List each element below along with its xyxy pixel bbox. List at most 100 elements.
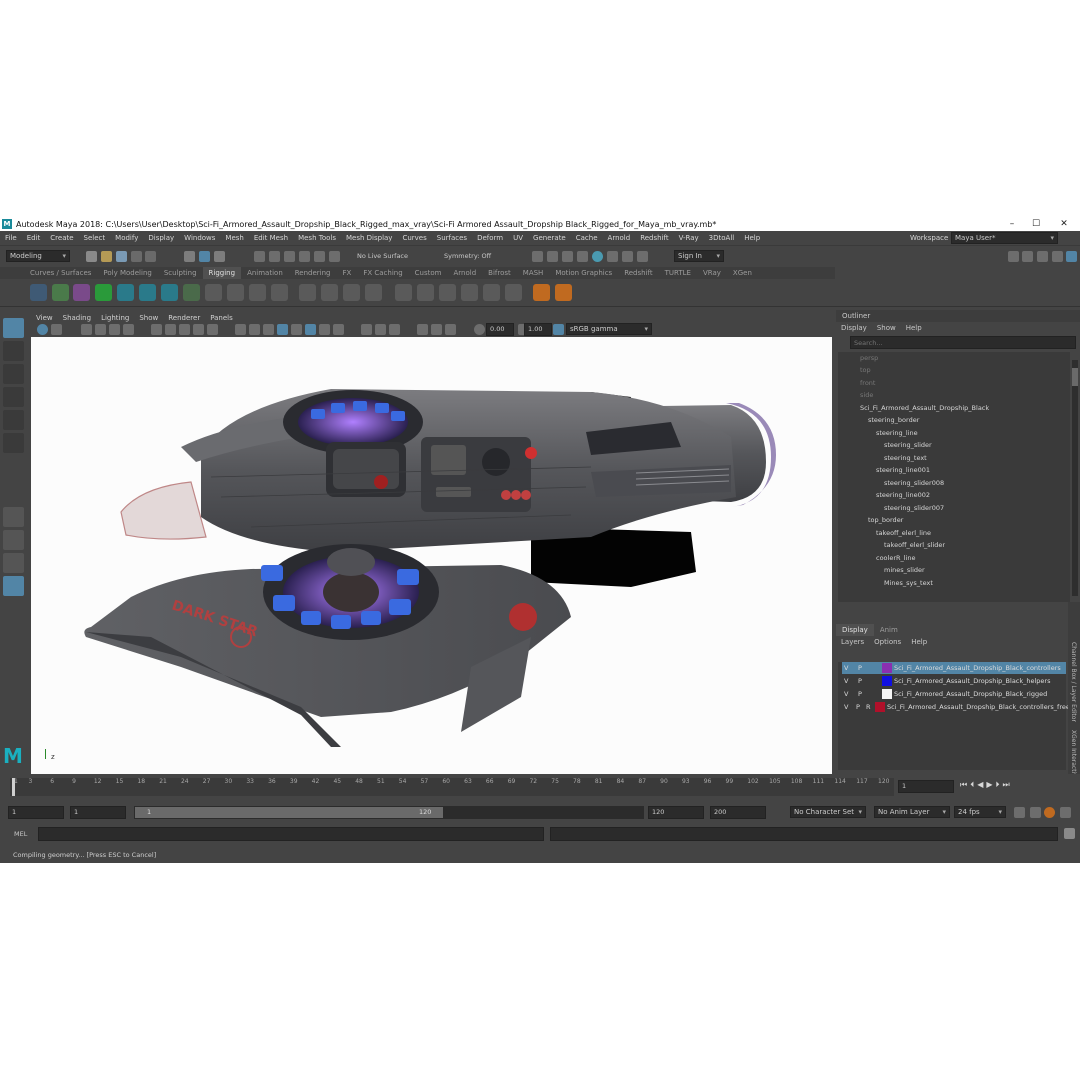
ik-handle-icon[interactable] [52,284,69,301]
2d-pan-zoom-icon[interactable] [109,324,120,335]
mel-input[interactable] [38,827,544,841]
outliner-menu-display[interactable]: Display [841,324,867,332]
outliner-item[interactable]: steering_slider007 [884,502,944,514]
outliner-camera-side[interactable]: side [860,389,873,401]
ipr-render-icon[interactable] [562,251,573,262]
outliner-camera-front[interactable]: front [860,377,875,389]
vp-menu-lighting[interactable]: Lighting [101,314,129,322]
blend-shape-icon[interactable] [321,284,338,301]
outliner-item[interactable]: Sci_Fi_Armored_Assault_Dropship_Black [860,402,989,414]
time-slider[interactable]: 1 3 6 9 12 15 18 21 24 27 30 33 36 39 42 45 48 51 54 57 60 63… [0,774,1080,800]
range-handle[interactable]: 1 120 [135,807,443,818]
snap-curve-icon[interactable] [269,251,280,262]
hypershade-icon[interactable] [592,251,603,262]
new-scene-icon[interactable] [86,251,97,262]
snap-live-icon[interactable] [329,251,340,262]
vp-menu-shading[interactable]: Shading [63,314,91,322]
snap-together-icon[interactable] [533,284,550,301]
tab-redshift[interactable]: Redshift [618,267,658,279]
play-backwards-icon[interactable]: ◀ [977,780,986,789]
layer-menu-layers[interactable]: Layers [841,638,864,646]
outliner-item[interactable]: steering_text [884,452,927,464]
paint-select-icon[interactable] [3,364,24,384]
ik-spline-icon[interactable] [73,284,90,301]
cluster-icon[interactable] [183,284,200,301]
menu-deform[interactable]: Deform [477,234,503,242]
exposure-field[interactable]: 0.00 [486,323,514,336]
menu-generate[interactable]: Generate [533,234,566,242]
vp-menu-show[interactable]: Show [139,314,158,322]
scene-end-field[interactable]: 200 [710,806,766,819]
tab-custom[interactable]: Custom [409,267,448,279]
menu-uv[interactable]: UV [513,234,523,242]
select-object-icon[interactable] [199,251,210,262]
minimize-button[interactable]: – [1000,217,1024,231]
play-forwards-icon[interactable]: ▶ [986,780,995,789]
wireframe-on-shaded-icon[interactable] [291,324,302,335]
layer-color-swatch[interactable] [882,663,892,673]
close-button[interactable]: ✕ [1052,217,1076,231]
quick-rig-icon[interactable] [249,284,266,301]
tab-fx[interactable]: FX [337,267,358,279]
select-tool-icon[interactable] [3,318,24,338]
tab-rendering[interactable]: Rendering [289,267,337,279]
channel-box-icon[interactable] [1052,251,1063,262]
scene-start-field[interactable]: 1 [8,806,64,819]
layer-row[interactable]: V P Sci_Fi_Armored_Assault_Dropship_Blac… [842,662,1066,674]
go-to-start-icon[interactable]: ⏮ [960,780,970,789]
live-surface-label[interactable]: No Live Surface [357,252,408,260]
script-editor-icon[interactable] [1064,828,1075,839]
mirror-weights-icon[interactable] [139,284,156,301]
menu-curves[interactable]: Curves [402,234,426,242]
bookmark-icon[interactable] [81,324,92,335]
textured-icon[interactable] [305,324,316,335]
outliner-item[interactable]: steering_slider [884,439,932,451]
four-view-icon[interactable] [3,530,24,550]
menu-help[interactable]: Help [744,234,760,242]
tab-xgen[interactable]: XGen [727,267,758,279]
layer-color-swatch[interactable] [882,676,892,686]
shadows-icon[interactable] [333,324,344,335]
outliner-item[interactable]: steering_line001 [876,464,930,476]
lights-icon[interactable] [319,324,330,335]
layer-menu-help[interactable]: Help [911,638,927,646]
human-ik-icon[interactable] [271,284,288,301]
menu-vray[interactable]: V-Ray [679,234,699,242]
camera-select-icon[interactable] [37,324,48,335]
aim-constraint-icon[interactable] [483,284,500,301]
layer-row[interactable]: V P Sci_Fi_Armored_Assault_Dropship_Blac… [842,688,1066,700]
layer-menu-options[interactable]: Options [874,638,901,646]
render-current-icon[interactable] [547,251,558,262]
gate-mask-icon[interactable] [193,324,204,335]
undo-icon[interactable] [131,251,142,262]
layer-color-swatch[interactable] [875,702,885,712]
step-forward-key-icon[interactable]: ⏵ [996,780,1003,789]
workspace-dropdown[interactable]: Maya User* [951,232,1058,244]
menu-3dtoall[interactable]: 3DtoAll [709,234,735,242]
fps-dropdown[interactable]: 24 fps [954,806,1006,818]
open-scene-icon[interactable] [101,251,112,262]
xray-joints-icon[interactable] [445,324,456,335]
go-to-end-icon[interactable]: ⏭ [1003,780,1013,789]
tab-rigging[interactable]: Rigging [202,267,242,279]
locator-icon[interactable] [299,284,316,301]
tab-animation[interactable]: Animation [241,267,289,279]
layer-row[interactable]: V P R Sci_Fi_Armored_Assault_Dropship_Bl… [842,701,1077,713]
copy-weights-icon[interactable] [161,284,178,301]
menu-select[interactable]: Select [84,234,106,242]
tab-bifrost[interactable]: Bifrost [482,267,517,279]
outliner-item[interactable]: coolerR_line [876,552,916,564]
outliner-toggle-icon[interactable] [1066,251,1077,262]
wireframe-icon[interactable] [263,324,274,335]
ambient-occlusion-icon[interactable] [361,324,372,335]
point-constraint-icon[interactable] [417,284,434,301]
field-chart-icon[interactable] [207,324,218,335]
viewport-panel[interactable]: DARK STAR z [31,337,832,774]
outliner-item[interactable]: mines_slider [884,564,925,576]
playback-end-field[interactable]: 120 [648,806,704,819]
grease-pencil-icon[interactable] [123,324,134,335]
render-settings-icon[interactable] [577,251,588,262]
orient-constraint-icon[interactable] [439,284,456,301]
outliner-scrollbar[interactable] [1072,360,1078,596]
snap-grid-icon[interactable] [254,251,265,262]
